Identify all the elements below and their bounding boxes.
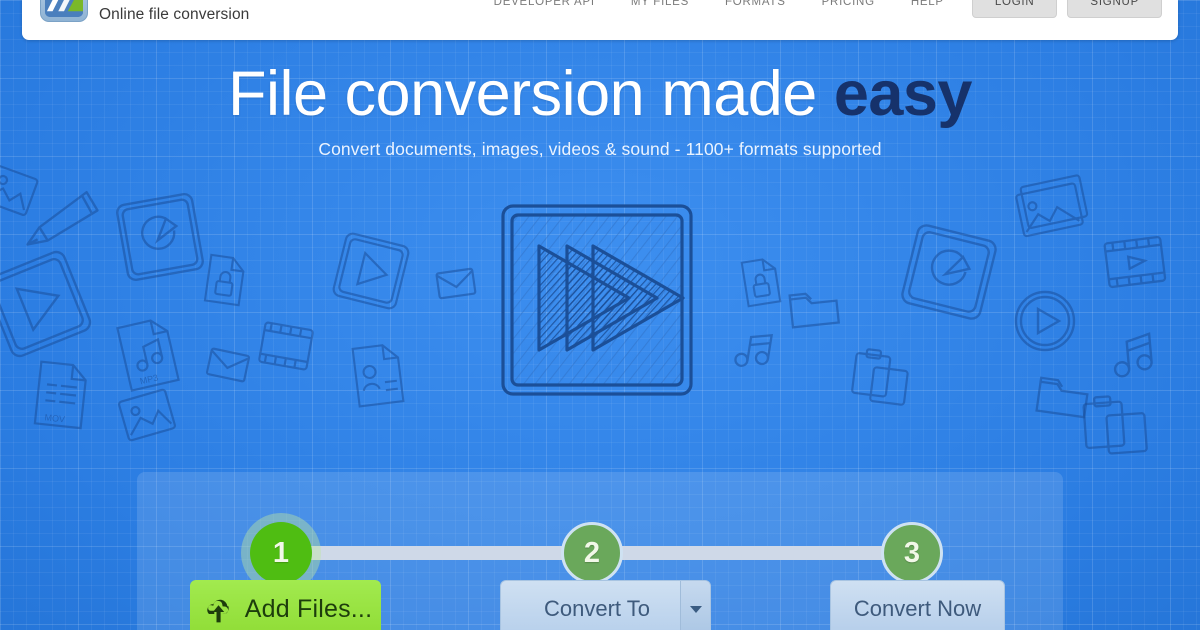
add-files-button[interactable]: Add Files... xyxy=(190,580,381,630)
step-2[interactable]: 2 xyxy=(561,522,623,584)
cloud-upload-icon xyxy=(203,596,234,623)
convert-to-dropdown[interactable]: Convert To xyxy=(500,580,711,630)
step-1[interactable]: 1 xyxy=(250,522,312,584)
step-3[interactable]: 3 xyxy=(881,522,943,584)
fast-forward-sketch-icon xyxy=(497,198,697,403)
convert-now-button[interactable]: Convert Now xyxy=(830,580,1005,630)
chevron-down-icon[interactable] xyxy=(680,581,710,630)
add-files-label: Add Files... xyxy=(244,594,373,623)
chevron-down-glyph xyxy=(689,605,702,613)
brand-tagline: Online file conversion xyxy=(99,6,250,23)
nav-item-pricing[interactable]: PRICING xyxy=(804,0,893,8)
signup-button[interactable]: SIGNUP xyxy=(1067,0,1162,18)
step-indicator: 1 2 3 xyxy=(137,522,1063,584)
action-row: Add Files... Convert To Convert Now xyxy=(137,580,1063,630)
brand[interactable]: ZAMZAR Online file conversion xyxy=(40,0,249,23)
step-2-number: 2 xyxy=(583,536,601,569)
nav-item-formats[interactable]: FORMATS xyxy=(707,0,804,8)
step-1-number: 1 xyxy=(272,536,290,569)
nav-item-help[interactable]: HELP xyxy=(893,0,962,8)
hero-title-main: File conversion made xyxy=(228,59,834,129)
convert-now-label: Convert Now xyxy=(853,596,982,621)
hero-section: File conversion made easy Convert docume… xyxy=(0,59,1200,160)
site-header: ZAMZAR Online file conversion DEVELOPER … xyxy=(22,0,1178,40)
login-button[interactable]: LOGIN xyxy=(971,0,1058,18)
main-navigation: DEVELOPER API MY FILES FORMATS PRICING H… xyxy=(476,0,1162,18)
brand-name: ZAMZAR xyxy=(99,0,249,3)
nav-item-developer-api[interactable]: DEVELOPER API xyxy=(476,0,613,8)
convert-to-label: Convert To xyxy=(544,596,650,621)
step-3-number: 3 xyxy=(903,536,921,569)
zamzar-logo-icon xyxy=(40,0,88,23)
hero-subtitle: Convert documents, images, videos & soun… xyxy=(318,138,882,159)
conversion-panel: 1 2 3 Add Files... Convert To Convert No… xyxy=(137,472,1063,630)
nav-item-my-files[interactable]: MY FILES xyxy=(613,0,707,8)
page-title: File conversion made easy xyxy=(0,59,1200,129)
hero-title-accent: easy xyxy=(833,59,973,129)
